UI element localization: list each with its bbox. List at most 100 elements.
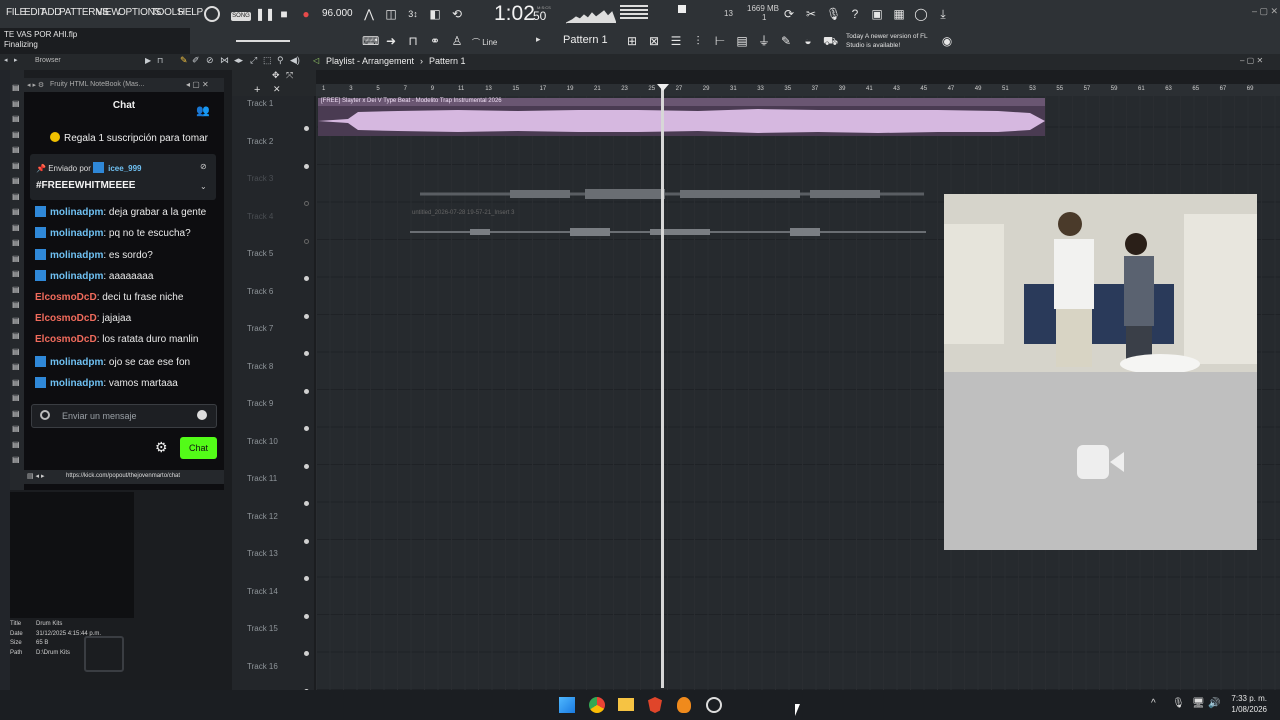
playhead[interactable] — [661, 84, 664, 688]
track-mute-icon[interactable] — [304, 613, 309, 619]
track-mute-icon[interactable] — [304, 313, 309, 319]
track-label[interactable]: Track 8 — [247, 362, 273, 371]
chat-message[interactable]: molinadpm: vamos martaaa — [35, 377, 178, 389]
keyboard-icon[interactable]: ⌨ — [362, 34, 379, 48]
main-pitch-slider[interactable] — [236, 40, 290, 42]
pen-icon[interactable]: ✎ — [779, 34, 793, 48]
download-icon[interactable]: ⤓ — [936, 7, 950, 21]
smile-icon[interactable] — [197, 410, 207, 420]
playlist-window-controls[interactable]: – ▢ ✕ — [1240, 56, 1263, 65]
master-pitch-icon[interactable] — [678, 5, 686, 13]
url-nav-icons[interactable]: ▤ ◂ ▸ — [27, 472, 45, 480]
track-label[interactable]: Track 13 — [247, 549, 278, 558]
tray-clock[interactable]: 7:33 p. m. 1/08/2026 — [1229, 693, 1267, 715]
chat-url[interactable]: https://kick.com/popout/thejovenmarto/ch… — [66, 473, 180, 479]
mixer-icon[interactable]: ⫶ — [691, 34, 705, 48]
track-mute-icon[interactable] — [304, 276, 309, 281]
folder-add-icon[interactable] — [84, 636, 124, 672]
track-mute-icon[interactable] — [304, 388, 309, 394]
chat-message[interactable]: molinadpm: pq no te escucha? — [35, 227, 191, 239]
playlist-icon[interactable]: ⊞ — [625, 34, 639, 48]
stop-icon[interactable]: ■ — [277, 7, 291, 21]
loop-record-icon[interactable]: ⟲ — [450, 7, 464, 21]
track-mute-icon[interactable] — [304, 351, 309, 356]
settings-gear-icon[interactable]: ⚙ — [155, 439, 168, 456]
chat-username[interactable]: molinadpm — [50, 357, 103, 368]
track-mute-icon[interactable] — [304, 576, 309, 581]
browser-title[interactable]: Browser — [35, 57, 61, 64]
track-label[interactable]: Track 10 — [247, 437, 278, 446]
audio-clip-track3[interactable] — [420, 174, 924, 200]
chat-username[interactable]: molinadpm — [50, 378, 103, 389]
master-volume-meter[interactable] — [620, 5, 648, 19]
track-mute-icon[interactable] — [304, 126, 309, 131]
record-mode-icon[interactable] — [204, 6, 220, 22]
slice-tool-icon[interactable]: ⤢ — [250, 55, 257, 66]
chat-message[interactable]: ElcosmoDcD: los ratata duro manlin — [35, 334, 198, 345]
globe-icon[interactable]: ◉ — [940, 34, 954, 48]
track-label[interactable]: Track 15 — [247, 624, 278, 633]
chat-input[interactable]: Enviar un mensaje — [31, 404, 217, 428]
tray-mic-icon[interactable]: 🎙 — [1172, 698, 1185, 709]
refresh-icon[interactable]: ⟳ — [782, 7, 796, 21]
record-icon[interactable]: ● — [299, 7, 313, 21]
gift-banner[interactable]: Regala 1 suscripción para tomar — [50, 132, 208, 144]
folder-icon-list[interactable]: ▤ ▤ ▤ ▤ ▤ ▤ ▤ ▤ ▤ ▤ ▤ ▤ ▤ ▤ ▤ ▤ ▤ ▤ ▤ ▤ ▤ ▤ ▤ ▤ ▤ — [12, 80, 20, 468]
microphone-icon[interactable]: 🎙 — [826, 7, 841, 21]
fl-studio-icon[interactable] — [677, 697, 691, 713]
unpin-icon[interactable]: ⊘ — [200, 162, 207, 171]
zoom-icon[interactable]: ✥ — [272, 70, 280, 81]
save-icon[interactable]: ▣ — [870, 7, 884, 21]
playback-tool-icon[interactable]: ◀) — [290, 55, 300, 66]
back-icon[interactable]: ◂ — [4, 56, 8, 64]
help-icon[interactable]: ? — [848, 7, 862, 21]
plugin-icon[interactable]: ▦ — [892, 7, 906, 21]
menu-file[interactable]: FILE — [6, 7, 26, 18]
track-mute-icon[interactable] — [304, 163, 309, 169]
news-ticker[interactable]: Today A newer version of FL Studio is av… — [846, 32, 941, 50]
chat-username[interactable]: ElcosmoDcD — [35, 334, 97, 345]
close-x-icon[interactable]: ✕ — [273, 84, 281, 95]
audio-clip-beat[interactable]: [FREE] Slayter x Dei V Type Beat - Model… — [318, 98, 1045, 136]
track-mute-icon[interactable] — [304, 463, 309, 469]
magnet-icon[interactable]: ⊓ — [406, 34, 420, 48]
chat-message[interactable]: molinadpm: aaaaaaaa — [35, 270, 153, 282]
tray-chevron-icon[interactable]: ^ — [1151, 698, 1156, 709]
pinned-message[interactable]: 📌 Enviado por icee_999 #FREEEWHITMEEEE ⊘… — [30, 154, 216, 200]
fit-icon[interactable]: ⤧ — [286, 70, 293, 81]
blend-icon[interactable]: ◧ — [428, 7, 442, 21]
track-mute-icon[interactable] — [304, 426, 309, 431]
track-label[interactable]: Track 16 — [247, 662, 278, 671]
snap-selector[interactable]: ⌒ Line — [472, 37, 497, 48]
track-label[interactable]: Track 4 — [247, 212, 273, 221]
wait-icon[interactable]: ◫ — [384, 7, 398, 21]
notebook-controls[interactable]: ◂ ▢ ✕ — [186, 80, 209, 89]
chat-message[interactable]: molinadpm: deja grabar a la gente — [35, 206, 206, 218]
pattern-selector[interactable]: Pattern 1 — [563, 34, 608, 46]
track-label[interactable]: Track 6 — [247, 287, 273, 296]
delete-tool-icon[interactable]: ⊘ — [206, 55, 214, 66]
chat-message[interactable]: ElcosmoDcD: deci tu frase niche — [35, 292, 183, 303]
plug-icon[interactable]: ⏚ — [757, 34, 771, 48]
select-tool-icon[interactable]: ⬚ — [263, 55, 272, 66]
track-label[interactable]: Track 2 — [247, 137, 273, 146]
playlist-pattern[interactable]: Pattern 1 — [429, 56, 466, 66]
track-label[interactable]: Track 11 — [247, 474, 277, 483]
menu-help[interactable]: HELP — [178, 7, 203, 18]
countdown-icon[interactable]: 3↕ — [406, 7, 420, 21]
send-chat-button[interactable]: Chat — [180, 437, 217, 459]
track-label[interactable]: Track 3 — [247, 174, 273, 183]
menu-view[interactable]: VIEW — [96, 7, 121, 18]
chrome-icon[interactable] — [589, 697, 605, 713]
piano-roll-icon[interactable]: ⊠ — [647, 34, 661, 48]
chat-username[interactable]: ElcosmoDcD — [35, 292, 97, 303]
chat-username[interactable]: ElcosmoDcD — [35, 313, 97, 324]
obs-icon[interactable] — [706, 697, 722, 713]
users-icon[interactable]: 👥 — [196, 104, 210, 117]
notebook-arrows[interactable]: ◂ ▸ ⚙ — [27, 81, 44, 89]
notebook-titlebar[interactable]: ◂ ▸ ⚙ Fruity HTML NoteBook (Mas... ◂ ▢ ✕ — [24, 78, 224, 92]
cart-icon[interactable]: ⛟ — [823, 34, 838, 48]
file-icon[interactable]: ▤ — [735, 34, 749, 48]
chat-username[interactable]: molinadpm — [50, 207, 103, 218]
slip-tool-icon[interactable]: ◂▸ — [234, 55, 243, 66]
